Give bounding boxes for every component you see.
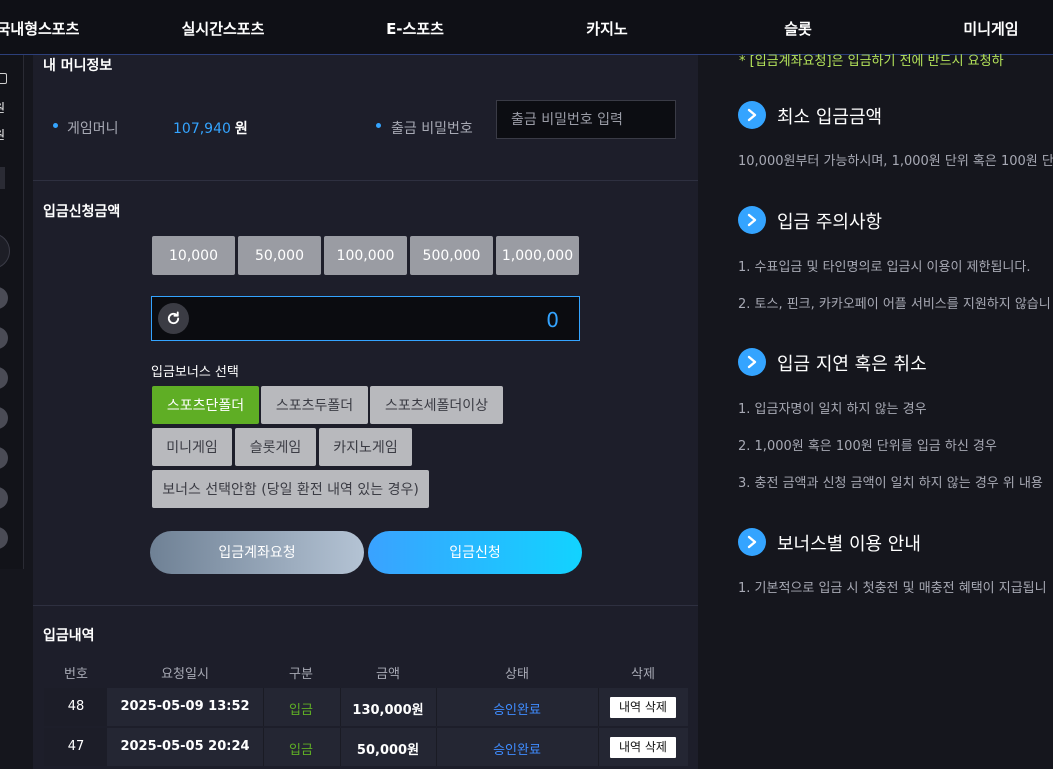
row-date: 2025-05-05 20:24 [120,739,250,754]
quick-amount-button[interactable]: 100,000 [324,236,407,275]
nav-item-domestic-sports[interactable]: 국내형스포츠 [0,0,79,54]
section-divider [33,605,698,606]
quick-amount-button[interactable]: 1,000,000 [496,236,579,275]
row-status: 승인완료 [493,743,541,758]
deposit-panel: 내 머니정보 게임머니 107,940 원 출금 비밀번호 입금신청금액 10,0… [33,55,698,769]
chevron-right-icon [738,101,766,129]
bonus-option-sports-double[interactable]: 스포츠두폴더 [261,386,368,424]
sidebar-divider [0,167,5,189]
delete-history-button[interactable]: 내역 삭제 [610,737,676,758]
row-status: 승인완료 [493,703,541,718]
column-header-status: 상태 [505,667,529,682]
column-divider [598,728,599,766]
guide-title-caution: 입금 주의사항 [777,212,883,233]
guide-text: 10,000원부터 가능하시며, 1,000원 단위 혹은 100원 단 [738,154,1053,169]
bonus-option-slot[interactable]: 슬롯게임 [235,428,316,466]
game-money-label: 게임머니 [67,121,119,137]
quick-amount-button[interactable]: 500,000 [410,236,493,275]
bonus-option-sports-triple[interactable]: 스포츠세폴더이상 [370,386,503,424]
deposit-guide-panel: * [입금계좌요청]은 입금하기 전에 반드시 요청하 최소 입금금액 10,0… [708,54,1053,769]
chevron-right-icon [738,206,766,234]
deposit-amount-input[interactable]: 0 [151,296,580,341]
row-type: 입금 [289,743,313,758]
withdraw-password-input[interactable] [496,100,676,139]
bonus-option-casino[interactable]: 카지노게임 [319,428,412,466]
sidebar-menu-icon[interactable] [0,447,8,469]
chevron-right-icon [738,528,766,556]
column-divider [436,688,437,726]
bullet-icon [376,123,381,128]
guide-text: 1. 입금자명이 일치 하지 않는 경우 [738,402,927,417]
guide-text: 2. 1,000원 혹은 100원 단위를 입금 하신 경우 [738,439,997,454]
sidebar-won-label: 원 [0,126,5,143]
guide-text: 2. 토스, 핀크, 카카오페이 어플 서비스를 지원하지 않습니 [738,297,1051,312]
sidebar-menu-icon[interactable] [0,407,8,429]
column-header-type: 구분 [289,667,313,682]
row-type: 입금 [289,703,313,718]
account-request-notice: * [입금계좌요청]은 입금하기 전에 반드시 요청하 [739,54,1004,69]
column-divider [340,688,341,726]
guide-title-min-deposit: 최소 입금금액 [777,107,883,128]
guide-text: 1. 수표입금 및 타인명의로 입금시 이용이 제한됩니다. [738,260,1031,275]
guide-title-delay: 입금 지연 혹은 취소 [777,354,927,375]
guide-text: 3. 충전 금액과 신청 금액이 일치 하지 않는 경우 위 내용 [738,476,1043,491]
guide-text: 1. 기본적으로 입금 시 첫충전 및 매충전 혜택이 지급됩니 [738,581,1047,596]
account-request-button[interactable]: 입금계좌요청 [150,531,364,574]
deposit-amount-value: 0 [546,308,559,332]
table-row: 47 2025-05-05 20:24 입금 50,000원 승인완료 내역 삭… [44,728,688,766]
column-divider [263,688,264,726]
section-divider [33,180,698,181]
history-table-header: 번호 요청일시 구분 금액 상태 삭제 [44,655,688,685]
nav-item-esports[interactable]: E-스포츠 [386,0,444,54]
sidebar-circle-button[interactable] [0,233,10,269]
column-header-delete: 삭제 [631,667,655,682]
guide-title-bonus: 보너스별 이용 안내 [777,534,921,555]
column-divider [263,728,264,766]
sidebar-menu-icon[interactable] [0,327,8,349]
top-navigation: 국내형스포츠 실시간스포츠 E-스포츠 카지노 슬롯 미니게임 [0,0,1053,55]
table-row: 48 2025-05-09 13:52 입금 130,000원 승인완료 내역 … [44,688,688,726]
withdraw-password-label: 출금 비밀번호 [391,121,473,137]
column-header-date: 요청일시 [161,667,209,682]
nav-item-live-sports[interactable]: 실시간스포츠 [182,0,265,54]
column-header-amount: 금액 [376,667,400,682]
game-money-value: 107,940 원 [173,118,248,138]
bonus-select-label: 입금보너스 선택 [151,365,239,380]
money-info-title: 내 머니정보 [43,58,113,74]
row-date: 2025-05-09 13:52 [120,699,250,714]
nav-item-casino[interactable]: 카지노 [586,0,627,54]
row-amount: 50,000원 [356,743,420,758]
nav-item-minigame[interactable]: 미니게임 [963,0,1018,54]
nav-item-slot[interactable]: 슬롯 [784,0,812,54]
column-divider [598,688,599,726]
row-amount: 130,000원 [352,703,424,718]
row-number: 47 [67,739,85,754]
bonus-option-minigame[interactable]: 미니게임 [152,428,232,466]
deposit-submit-button[interactable]: 입금신청 [368,531,582,574]
sidebar-menu-icon[interactable] [0,527,8,549]
chevron-right-icon [738,348,766,376]
bonus-option-none[interactable]: 보너스 선택안함 (당일 환전 내역 있는 경우) [152,470,429,508]
sidebar-menu-icon[interactable] [0,487,8,509]
game-money-unit: 원 [234,121,248,137]
refresh-icon [167,311,180,325]
column-header-number: 번호 [64,667,88,682]
game-money-amount: 107,940 [173,121,231,137]
delete-history-button[interactable]: 내역 삭제 [610,697,676,718]
quick-amount-button[interactable]: 10,000 [152,236,235,275]
row-number: 48 [67,699,85,714]
sidebar-won-label: 원 [0,99,5,116]
deposit-amount-title: 입금신청금액 [43,204,121,220]
reset-button[interactable] [158,303,189,334]
checkbox-icon[interactable] [0,73,7,84]
bonus-option-sports-single[interactable]: 스포츠단폴더 [152,386,259,424]
bullet-icon [53,123,58,128]
sidebar-menu-icon[interactable] [0,287,8,309]
quick-amount-button[interactable]: 50,000 [238,236,321,275]
left-sidebar: 원 원 [0,55,24,569]
column-divider [436,728,437,766]
column-divider [340,728,341,766]
sidebar-menu-icon[interactable] [0,367,8,389]
deposit-history-title: 입금내역 [43,628,95,644]
